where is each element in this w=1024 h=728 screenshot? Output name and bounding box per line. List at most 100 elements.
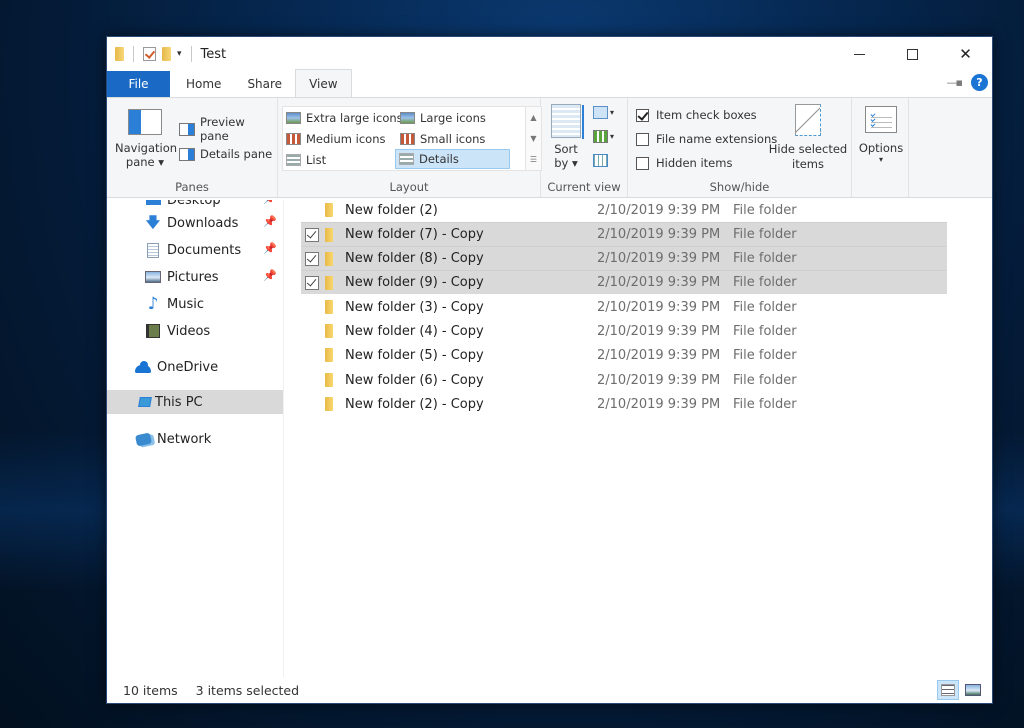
row-checkbox[interactable] bbox=[305, 227, 319, 242]
file-row[interactable]: New folder (3) - Copy 2/10/2019 9:39 PM … bbox=[301, 295, 947, 319]
pin-icon[interactable]: 📌 bbox=[263, 242, 277, 255]
status-bar: 10 items 3 items selected bbox=[107, 677, 992, 703]
medium-icons-icon bbox=[286, 133, 301, 145]
large-icons-view-icon bbox=[965, 684, 981, 696]
large-icons-view-button[interactable] bbox=[962, 680, 984, 700]
file-row[interactable]: New folder (8) - Copy 2/10/2019 9:39 PM … bbox=[301, 246, 947, 270]
folder-icon bbox=[325, 324, 333, 338]
minimize-button[interactable] bbox=[833, 37, 886, 71]
layout-extra-large-icons[interactable]: Extra large icons bbox=[283, 108, 403, 128]
show-hide-group-label: Show/hide bbox=[709, 180, 770, 194]
size-columns-to-fit-button[interactable] bbox=[593, 154, 608, 167]
scroll-down-icon[interactable]: ▼ bbox=[530, 134, 536, 143]
nav-item-music[interactable]: ♪ Music bbox=[107, 292, 283, 316]
expand-gallery-icon[interactable]: ☰ bbox=[530, 155, 537, 164]
file-row[interactable]: New folder (6) - Copy 2/10/2019 9:39 PM … bbox=[301, 368, 947, 392]
options-icon bbox=[865, 106, 897, 133]
nav-item-label: Desktop bbox=[167, 200, 221, 208]
nav-item-label: This PC bbox=[155, 394, 203, 410]
tab-view[interactable]: View bbox=[295, 69, 352, 97]
file-date: 2/10/2019 9:39 PM bbox=[597, 202, 721, 218]
file-name: New folder (5) - Copy bbox=[345, 347, 484, 363]
options-label: Options bbox=[858, 141, 904, 155]
layout-gallery-scrollbar[interactable]: ▲ ▼ ☰ bbox=[525, 106, 542, 171]
file-row[interactable]: New folder (9) - Copy 2/10/2019 9:39 PM … bbox=[301, 270, 947, 294]
file-explorer-window: ▾ Test ✕ File Home Share View —▪ ? Navig… bbox=[106, 36, 993, 704]
sort-by-label-2: by ▾ bbox=[554, 156, 578, 170]
pin-icon[interactable]: 📌 bbox=[263, 200, 277, 205]
new-folder-icon[interactable] bbox=[162, 47, 171, 61]
ribbon: Navigation pane ▾ Preview pane Details p… bbox=[107, 97, 992, 198]
close-icon: ✕ bbox=[959, 45, 972, 63]
nav-item-label: Documents bbox=[167, 242, 242, 258]
folder-icon bbox=[325, 348, 333, 362]
close-button[interactable]: ✕ bbox=[939, 37, 992, 71]
preview-pane-button[interactable]: Preview pane bbox=[179, 115, 277, 143]
help-icon[interactable]: ? bbox=[971, 74, 988, 91]
layout-large-icons[interactable]: Large icons bbox=[397, 108, 486, 128]
tab-file[interactable]: File bbox=[107, 71, 170, 97]
file-list: New folder (2) 2/10/2019 9:39 PM File fo… bbox=[284, 200, 992, 677]
layout-list[interactable]: List bbox=[283, 150, 326, 170]
checkbox-unchecked-icon bbox=[636, 132, 649, 146]
nav-item-pictures[interactable]: Pictures 📌 bbox=[107, 265, 283, 289]
file-row[interactable]: New folder (4) - Copy 2/10/2019 9:39 PM … bbox=[301, 319, 947, 343]
item-check-boxes-checkbox[interactable]: Item check boxes bbox=[636, 108, 757, 122]
row-checkbox[interactable] bbox=[305, 251, 319, 266]
file-date: 2/10/2019 9:39 PM bbox=[597, 299, 721, 315]
nav-item-label: Music bbox=[167, 296, 204, 312]
layout-details[interactable]: Details bbox=[395, 149, 510, 169]
folder-icon bbox=[325, 227, 333, 242]
layout-medium-icons[interactable]: Medium icons bbox=[283, 129, 385, 149]
ribbon-tabs: File Home Share View —▪ ? bbox=[107, 69, 992, 97]
nav-item-documents[interactable]: Documents 📌 bbox=[107, 238, 283, 262]
nav-item-label: OneDrive bbox=[157, 359, 219, 375]
customize-toolbar-dropdown[interactable]: ▾ bbox=[177, 49, 182, 59]
layout-item-label: Extra large icons bbox=[306, 111, 403, 125]
nav-item-downloads[interactable]: 🡇 Downloads 📌 bbox=[107, 211, 283, 235]
folder-icon bbox=[325, 397, 333, 411]
tab-home[interactable]: Home bbox=[170, 71, 234, 97]
maximize-button[interactable] bbox=[886, 37, 939, 71]
file-row[interactable]: New folder (2) 2/10/2019 9:39 PM File fo… bbox=[301, 198, 947, 222]
expand-ribbon-icon[interactable]: —▪ bbox=[947, 76, 964, 89]
window-title: Test bbox=[200, 46, 227, 62]
options-caret-icon: ▾ bbox=[878, 155, 883, 164]
tab-share[interactable]: Share bbox=[234, 71, 295, 97]
minimize-icon bbox=[854, 53, 865, 55]
folder-icon bbox=[325, 203, 333, 217]
nav-item-this-pc[interactable]: This PC bbox=[107, 390, 283, 414]
file-row[interactable]: New folder (7) - Copy 2/10/2019 9:39 PM … bbox=[301, 222, 947, 246]
add-columns-button[interactable]: ▾ bbox=[593, 130, 614, 143]
navigation-pane: Desktop 📌 🡇 Downloads 📌 Documents 📌 Pict… bbox=[107, 200, 284, 677]
separator bbox=[190, 46, 192, 62]
file-row[interactable]: New folder (5) - Copy 2/10/2019 9:39 PM … bbox=[301, 343, 947, 367]
pin-icon[interactable]: 📌 bbox=[263, 215, 277, 228]
documents-icon bbox=[145, 242, 161, 258]
pin-icon[interactable]: 📌 bbox=[263, 269, 277, 282]
group-by-button[interactable]: ▾ bbox=[593, 106, 614, 119]
file-row[interactable]: New folder (2) - Copy 2/10/2019 9:39 PM … bbox=[301, 392, 947, 416]
properties-icon[interactable] bbox=[143, 47, 156, 61]
nav-item-videos[interactable]: Videos bbox=[107, 319, 283, 343]
sort-by-label: Sort bbox=[554, 142, 578, 156]
nav-item-onedrive[interactable]: OneDrive bbox=[107, 355, 283, 379]
layout-small-icons[interactable]: Small icons bbox=[397, 129, 485, 149]
hide-selected-items-button[interactable]: Hide selected items bbox=[768, 104, 848, 172]
layout-group: Extra large icons Large icons Medium ico… bbox=[278, 98, 542, 197]
preview-pane-icon bbox=[179, 122, 195, 136]
maximize-icon bbox=[907, 48, 918, 60]
row-checkbox[interactable] bbox=[305, 275, 319, 290]
hidden-items-checkbox[interactable]: Hidden items bbox=[636, 156, 732, 170]
details-pane-button[interactable]: Details pane bbox=[179, 147, 272, 161]
sort-by-button[interactable]: Sort by ▾ bbox=[547, 104, 585, 170]
options-button[interactable]: Options ▾ bbox=[857, 106, 905, 164]
this-pc-icon bbox=[138, 395, 152, 409]
nav-item-network[interactable]: Network bbox=[107, 427, 283, 451]
details-view-button[interactable] bbox=[937, 680, 959, 700]
navigation-pane-button[interactable]: Navigation pane ▾ bbox=[115, 106, 177, 169]
hide-selected-items-icon bbox=[795, 104, 821, 136]
folder-icon bbox=[325, 373, 333, 387]
scroll-up-icon[interactable]: ▲ bbox=[530, 113, 536, 122]
file-name-extensions-checkbox[interactable]: File name extensions bbox=[636, 132, 777, 146]
